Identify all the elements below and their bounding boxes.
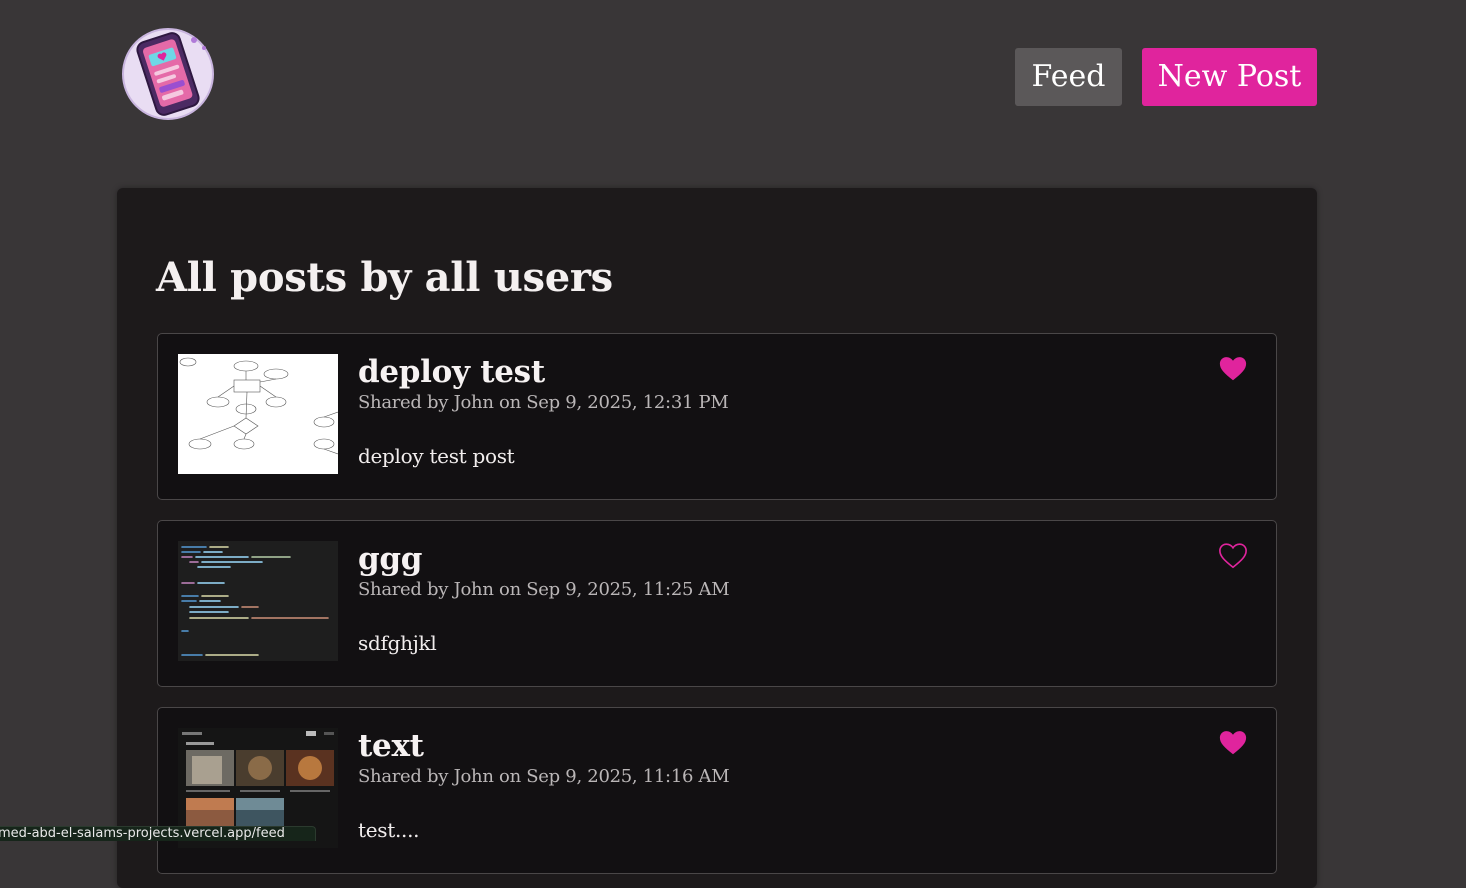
post-meta: Shared by John on Sep 9, 2025, 11:25 AM <box>358 579 730 600</box>
status-bar-url-text: amed-abd-el-salams-projects.vercel.app/f… <box>0 826 285 841</box>
app-logo[interactable] <box>120 26 216 122</box>
like-heart-filled-icon[interactable] <box>1218 728 1248 758</box>
post-thumbnail[interactable] <box>178 354 338 474</box>
post-body: sdfghjkl <box>358 631 437 655</box>
post-card: text Shared by John on Sep 9, 2025, 11:1… <box>157 707 1277 874</box>
like-heart-outline-icon[interactable] <box>1218 541 1248 571</box>
post-title[interactable]: deploy test <box>358 354 545 390</box>
post-card: deploy test Shared by John on Sep 9, 202… <box>157 333 1277 500</box>
post-meta: Shared by John on Sep 9, 2025, 12:31 PM <box>358 392 729 413</box>
post-meta: Shared by John on Sep 9, 2025, 11:16 AM <box>358 766 730 787</box>
status-bar-url: amed-abd-el-salams-projects.vercel.app/f… <box>0 826 316 841</box>
feed-button[interactable]: Feed <box>1015 48 1122 106</box>
post-body: test.... <box>358 818 420 842</box>
er-diagram-image <box>178 354 338 474</box>
post-thumbnail[interactable] <box>178 541 338 661</box>
new-post-button[interactable]: New Post <box>1142 48 1317 106</box>
post-title[interactable]: text <box>358 728 424 764</box>
post-card: ggg Shared by John on Sep 9, 2025, 11:25… <box>157 520 1277 687</box>
feed-panel: All posts by all users deploy test Share… <box>117 188 1317 888</box>
header: Feed New Post <box>0 0 1466 150</box>
top-nav: Feed New Post <box>1015 48 1317 106</box>
like-heart-filled-icon[interactable] <box>1218 354 1248 384</box>
code-screenshot-image <box>178 541 338 661</box>
post-title[interactable]: ggg <box>358 541 422 577</box>
page-title: All posts by all users <box>156 254 613 301</box>
post-body: deploy test post <box>358 444 515 468</box>
